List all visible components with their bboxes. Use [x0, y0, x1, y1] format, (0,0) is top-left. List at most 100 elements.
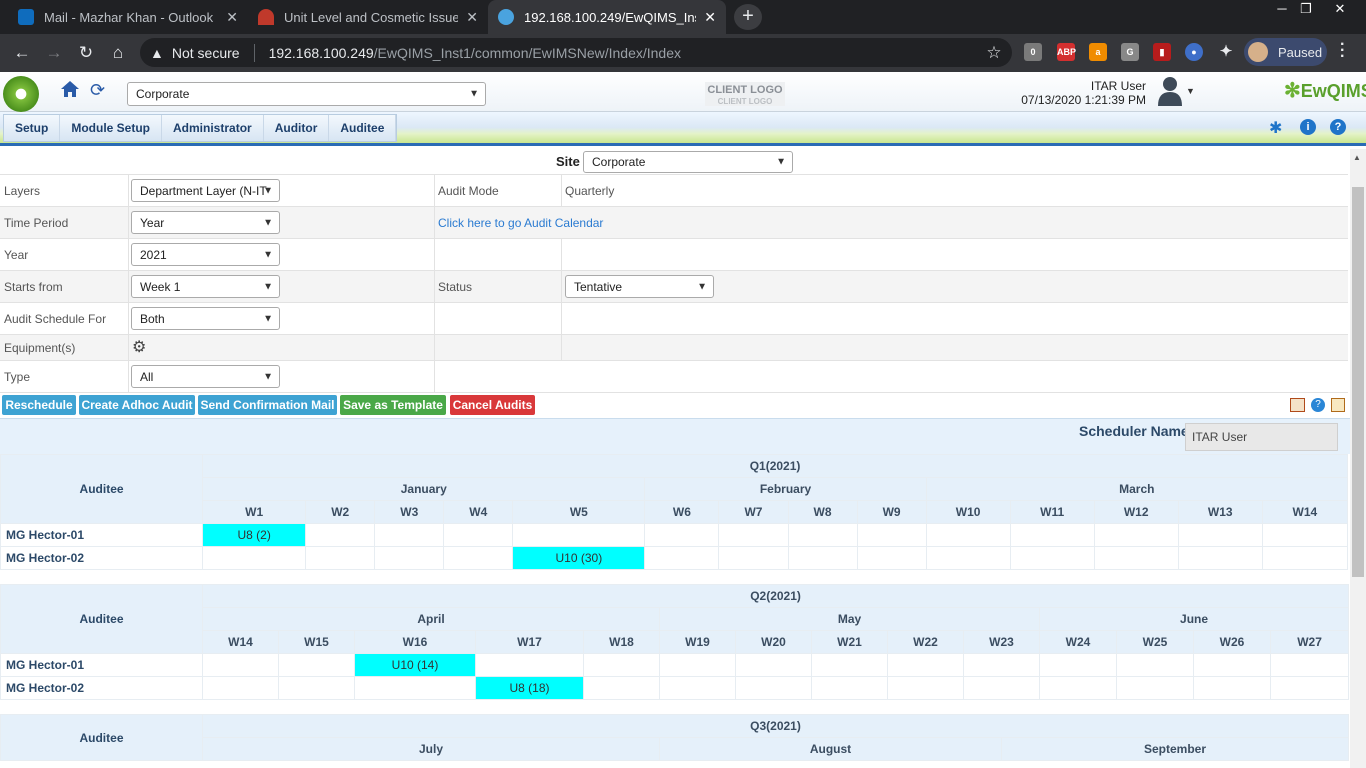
- week-header: W19: [659, 630, 736, 654]
- q3-schedule-table: Auditee Q3(2021) July August September: [0, 714, 1349, 761]
- user-dropdown-icon[interactable]: ▼: [1186, 86, 1195, 96]
- week-header: W6: [644, 500, 720, 524]
- reload-icon[interactable]: ↻: [76, 43, 96, 63]
- headphones-icon: [258, 9, 274, 25]
- send-confirmation-mail-button[interactable]: Send Confirmation Mail: [198, 395, 337, 415]
- audit-cell[interactable]: U8 (2): [202, 523, 307, 547]
- site-select-header[interactable]: Corporate ▼: [127, 82, 486, 106]
- starts-from-select[interactable]: Week 1 ▼: [131, 275, 280, 298]
- browser-tab-ewqims[interactable]: 192.168.100.249/EwQIMS_Inst1/ ✕: [488, 0, 726, 34]
- menu-auditee[interactable]: Auditee: [329, 115, 397, 141]
- month-header: June: [1038, 607, 1350, 631]
- status-select[interactable]: Tentative ▼: [565, 275, 714, 298]
- refresh-icon[interactable]: ⟳: [90, 80, 105, 101]
- extensions-puzzle-icon[interactable]: ✦: [1217, 43, 1235, 61]
- help-bubble-icon[interactable]: ?: [1311, 398, 1325, 412]
- type-select[interactable]: All ▼: [131, 365, 280, 388]
- browser-tab-outlook[interactable]: Mail - Mazhar Khan - Outlook ✕: [8, 0, 248, 34]
- help-icon[interactable]: ?: [1330, 119, 1346, 135]
- auditee-name: MG Hector-01: [0, 653, 203, 677]
- month-header: July: [202, 737, 660, 761]
- month-header: April: [202, 607, 660, 631]
- create-adhoc-audit-button[interactable]: Create Adhoc Audit: [79, 395, 195, 415]
- week-header: W16: [354, 630, 476, 654]
- week-header: W8: [787, 500, 858, 524]
- reschedule-button[interactable]: Reschedule: [2, 395, 76, 415]
- equipment-label: Equipment(s): [4, 341, 76, 355]
- export-grid-icon[interactable]: [1331, 398, 1345, 412]
- week-header: W14: [202, 630, 279, 654]
- browser-tab-issues[interactable]: Unit Level and Cosmetic Issues # ✕: [248, 0, 488, 34]
- week-header: W9: [856, 500, 927, 524]
- security-status[interactable]: Not secure: [172, 45, 240, 61]
- week-header: W14: [1261, 500, 1349, 524]
- scroll-up-icon[interactable]: ▲: [1353, 153, 1361, 162]
- menu-kebab-icon[interactable]: · · ·: [1340, 37, 1345, 65]
- app-logo[interactable]: [3, 76, 39, 112]
- year-select[interactable]: 2021 ▼: [131, 243, 280, 266]
- profile-button[interactable]: Paused: [1244, 38, 1327, 66]
- gear-icon[interactable]: ⚙: [132, 337, 146, 357]
- schedule-for-select[interactable]: Both ▼: [131, 307, 280, 330]
- table-row: MG Hector-01 U8 (2): [0, 523, 1349, 547]
- url-path: /EwQIMS_Inst1/common/EwIMSNew/Index/Inde…: [373, 44, 682, 61]
- back-icon[interactable]: ←: [12, 43, 32, 63]
- scheduler-name-label: Scheduler Name: [1079, 423, 1189, 439]
- pin-icon[interactable]: ✱: [1269, 118, 1282, 138]
- scrollbar-thumb[interactable]: [1352, 187, 1364, 577]
- ext-g-icon[interactable]: G: [1121, 43, 1139, 61]
- home-icon[interactable]: [60, 80, 80, 98]
- tab-title: 192.168.100.249/EwQIMS_Inst1/: [524, 9, 696, 25]
- menu-setup[interactable]: Setup: [4, 115, 61, 141]
- close-tab-icon[interactable]: ✕: [466, 9, 478, 26]
- bookmark-star-icon[interactable]: ☆: [984, 43, 1004, 63]
- auditee-name: MG Hector-01: [0, 523, 204, 547]
- menu-module-setup[interactable]: Module Setup: [60, 115, 163, 141]
- address-bar[interactable]: ▲ Not secure 192.168.100.249/EwQIMS_Inst…: [140, 38, 1012, 67]
- close-tab-icon[interactable]: ✕: [704, 9, 716, 26]
- month-header: August: [659, 737, 1002, 761]
- week-header: W3: [374, 500, 445, 524]
- ext-orange-icon[interactable]: a: [1089, 43, 1107, 61]
- audit-cell[interactable]: U8 (18): [475, 676, 584, 700]
- month-header: January: [202, 477, 646, 501]
- quarter-header: Q3(2021): [202, 714, 1349, 738]
- time-period-select[interactable]: Year ▼: [131, 211, 280, 234]
- quarter-header: Q1(2021): [202, 454, 1348, 478]
- adblock-icon[interactable]: ABP: [1057, 43, 1076, 61]
- week-header: W26: [1193, 630, 1271, 654]
- calendar-icon[interactable]: [1290, 398, 1305, 412]
- pdf-icon[interactable]: ▮: [1153, 43, 1171, 61]
- user-avatar-icon[interactable]: [1158, 76, 1182, 106]
- menu-auditor[interactable]: Auditor: [264, 115, 330, 141]
- schedule-for-label: Audit Schedule For: [4, 312, 107, 326]
- menu-administrator[interactable]: Administrator: [162, 115, 264, 141]
- info-icon[interactable]: i: [1300, 119, 1316, 135]
- browser-tab-strip: Mail - Mazhar Khan - Outlook ✕ Unit Leve…: [0, 0, 1366, 34]
- audit-calendar-link[interactable]: Click here to go Audit Calendar: [438, 216, 603, 230]
- restore-icon[interactable]: ❐: [1292, 0, 1320, 18]
- layers-select[interactable]: Department Layer (N-IT ▼: [131, 179, 280, 202]
- home-icon[interactable]: ⌂: [108, 43, 128, 63]
- audit-cell[interactable]: U10 (14): [354, 653, 476, 677]
- new-tab-button[interactable]: +: [734, 4, 762, 30]
- ext-globe-icon[interactable]: ●: [1185, 43, 1203, 61]
- site-select[interactable]: Corporate ▼: [583, 151, 793, 173]
- q2-schedule-table: Auditee Q2(2021) April May June W14 W15 W16 W1…: [0, 584, 1350, 700]
- page-scrollbar[interactable]: ▲: [1350, 149, 1366, 768]
- audit-cell[interactable]: U10 (30): [512, 546, 646, 570]
- forward-icon[interactable]: →: [44, 43, 64, 63]
- table-row: MG Hector-01 U10 (14): [0, 653, 1350, 677]
- equipment-row: Equipment(s) ⚙: [0, 335, 1348, 361]
- extension-badge-icon[interactable]: 0: [1024, 43, 1042, 61]
- cancel-audits-button[interactable]: Cancel Audits: [450, 395, 535, 415]
- brand-logo: ✻EwQIMS: [1284, 80, 1366, 102]
- save-as-template-button[interactable]: Save as Template: [340, 395, 446, 415]
- week-header: W12: [1093, 500, 1179, 524]
- q1-schedule-table: Auditee Q1(2021) January February March W1 W…: [0, 454, 1349, 570]
- close-tab-icon[interactable]: ✕: [226, 9, 238, 26]
- scheduler-name-input[interactable]: ITAR User: [1185, 423, 1338, 451]
- table-row: MG Hector-02 U10 (30): [0, 546, 1349, 570]
- close-window-icon[interactable]: ✕: [1326, 0, 1354, 18]
- scheduler-row: Scheduler Name ITAR User: [0, 418, 1350, 454]
